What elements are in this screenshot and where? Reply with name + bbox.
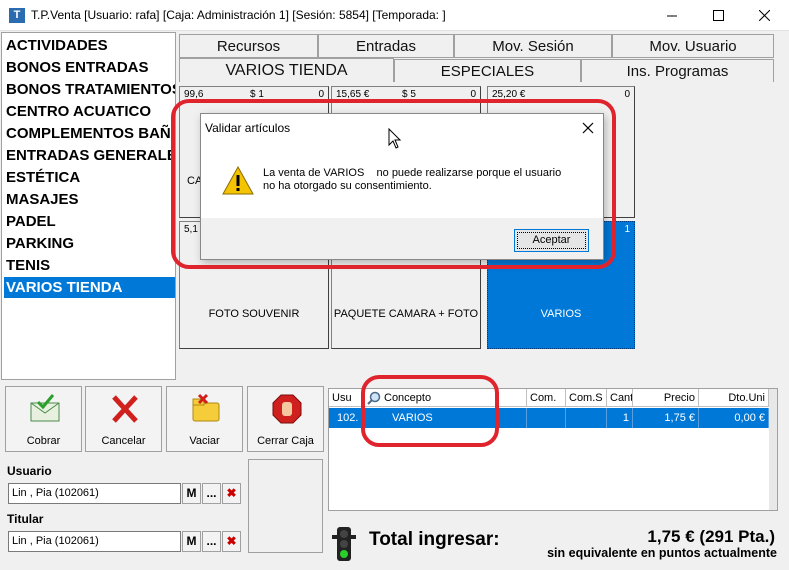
category-item[interactable]: TENIS (4, 255, 175, 276)
annotation-ring-dialog (171, 99, 616, 269)
grid-header[interactable]: Dto.Uni (699, 389, 769, 407)
folder-x-icon (192, 393, 220, 422)
titular-m-button[interactable]: M (182, 531, 201, 552)
category-list[interactable]: ACTIVIDADES BONOS ENTRADAS BONOS TRATAMI… (1, 32, 176, 380)
grid-header[interactable]: Usu (329, 389, 364, 407)
close-window-button[interactable] (741, 0, 787, 30)
title-bar: T T.P.Venta [Usuario: rafa] [Caja: Admin… (0, 0, 789, 31)
grid-scrollbar[interactable] (769, 389, 777, 510)
usuario-browse-button[interactable]: ... (202, 483, 221, 504)
category-item[interactable]: CENTRO ACUATICO (4, 101, 175, 122)
usuario-field[interactable]: Lin , Pia (102061) (8, 483, 181, 504)
grid-header[interactable]: Cant (607, 389, 633, 407)
cancelar-button[interactable]: Cancelar (85, 386, 162, 452)
maximize-button[interactable] (695, 0, 741, 30)
traffic-light-icon (332, 527, 356, 561)
usuario-label: Usuario (7, 464, 52, 478)
titular-field[interactable]: Lin , Pia (102061) (8, 531, 181, 552)
minimize-button[interactable] (649, 0, 695, 30)
category-item-selected[interactable]: VARIOS TIENDA (4, 277, 175, 298)
total-value: 1,75 € (291 Pta.) (647, 527, 775, 546)
tab-mov-sesion[interactable]: Mov. Sesión (454, 34, 612, 58)
tab-entradas[interactable]: Entradas (318, 34, 454, 58)
cobrar-button[interactable]: Cobrar (5, 386, 82, 452)
category-item[interactable]: ACTIVIDADES (4, 35, 175, 56)
annotation-ring-concepto (361, 375, 499, 447)
titular-browse-button[interactable]: ... (202, 531, 221, 552)
maximize-icon (712, 9, 724, 21)
tab-varios-tienda[interactable]: VARIOS TIENDA (179, 58, 394, 84)
grid-header[interactable]: Com.S (566, 389, 607, 407)
category-item[interactable]: ESTÉTICA (4, 167, 175, 188)
app-icon: T (9, 8, 25, 23)
cerrar-caja-button[interactable]: Cerrar Caja (247, 386, 324, 452)
tab-especiales[interactable]: ESPECIALES (394, 59, 581, 83)
red-x-icon (112, 395, 138, 423)
grid-header[interactable]: Com. (527, 389, 566, 407)
stop-hand-icon (272, 394, 302, 424)
titular-clear-button[interactable]: ✖ (222, 531, 241, 552)
window-title: T.P.Venta [Usuario: rafa] [Caja: Adminis… (31, 8, 446, 22)
envelope-check-icon (30, 394, 60, 422)
category-item[interactable]: BONOS TRATAMIENTOS (4, 79, 175, 100)
titular-label: Titular (7, 512, 44, 526)
photo-panel (248, 459, 323, 553)
close-icon (758, 9, 770, 21)
usuario-m-button[interactable]: M (182, 483, 201, 504)
tab-recursos[interactable]: Recursos (179, 34, 318, 58)
points-note: sin equivalente en puntos actualmente (547, 546, 777, 560)
grid-header[interactable]: Precio (633, 389, 699, 407)
tab-mov-usuario[interactable]: Mov. Usuario (612, 34, 774, 58)
minimize-icon (666, 15, 677, 16)
tab-ins-programas[interactable]: Ins. Programas (581, 59, 774, 83)
category-item[interactable]: ENTRADAS GENERALES (4, 145, 175, 166)
category-item[interactable]: MASAJES (4, 189, 175, 210)
usuario-clear-button[interactable]: ✖ (222, 483, 241, 504)
vaciar-button[interactable]: Vaciar (166, 386, 243, 452)
category-item[interactable]: COMPLEMENTOS BAÑO (4, 123, 175, 144)
category-item[interactable]: PARKING (4, 233, 175, 254)
total-label: Total ingresar: (369, 529, 500, 550)
category-item[interactable]: PADEL (4, 211, 175, 232)
category-item[interactable]: BONOS ENTRADAS (4, 57, 175, 78)
